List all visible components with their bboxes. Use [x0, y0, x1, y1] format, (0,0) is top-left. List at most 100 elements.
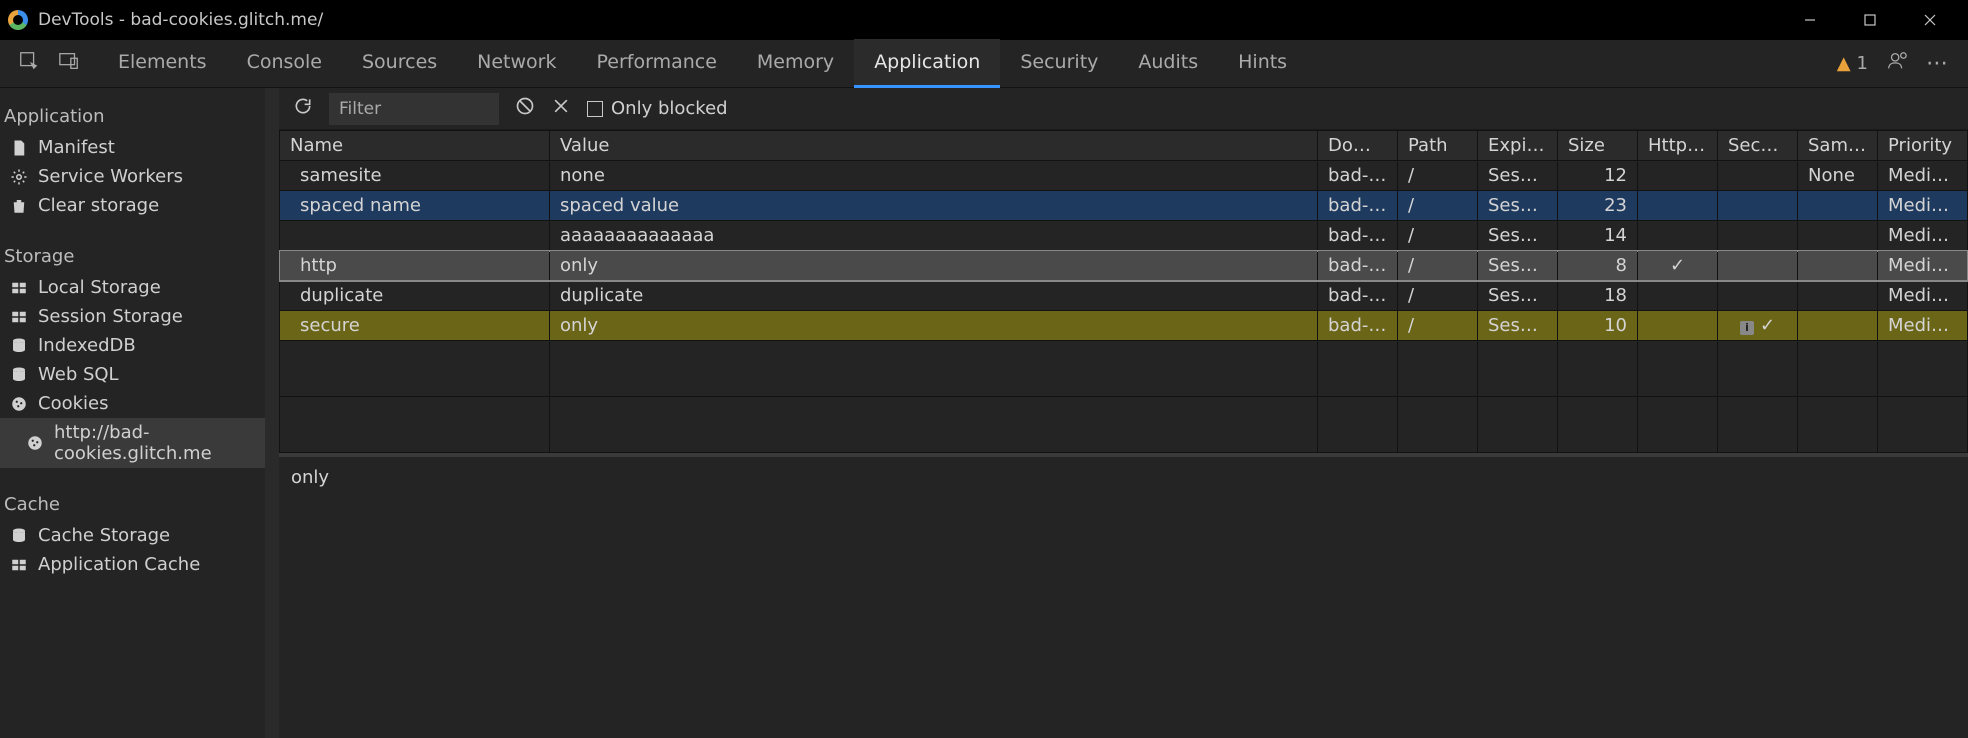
cell-path: /	[1398, 281, 1478, 311]
sidebar-item[interactable]: Clear storage	[0, 191, 265, 220]
clear-all-icon[interactable]	[515, 96, 535, 121]
cell-value: only	[550, 251, 1318, 281]
cookie-icon	[26, 434, 44, 452]
maximize-button[interactable]	[1840, 0, 1900, 40]
tab-hints[interactable]: Hints	[1218, 39, 1307, 88]
tab-performance[interactable]: Performance	[577, 39, 737, 88]
minimize-button[interactable]	[1780, 0, 1840, 40]
cell-domain: bad-co...	[1318, 281, 1398, 311]
cell-name: spaced name	[280, 191, 550, 221]
cell-value: none	[550, 161, 1318, 191]
close-icon[interactable]	[551, 96, 571, 121]
document-icon	[10, 139, 28, 157]
table-row[interactable]: secureonlybad-co.../Session10i✓Medium	[280, 311, 1968, 341]
table-row-empty	[280, 341, 1968, 397]
sidebar-item-label: IndexedDB	[38, 335, 136, 356]
sidebar-item[interactable]: Application Cache	[0, 550, 265, 579]
sidebar-item[interactable]: Web SQL	[0, 360, 265, 389]
table-row[interactable]: httponlybad-co.../Session8✓Medium	[280, 251, 1968, 281]
cell-priority: Medium	[1878, 251, 1968, 281]
sidebar-item-label: Session Storage	[38, 306, 183, 327]
tab-application[interactable]: Application	[854, 39, 1000, 88]
close-window-button[interactable]	[1900, 0, 1960, 40]
cell-samesite: None	[1798, 161, 1878, 191]
column-header[interactable]: Priority	[1878, 131, 1968, 161]
column-header[interactable]: Path	[1398, 131, 1478, 161]
table-row[interactable]: samesitenonebad-co.../Session12NoneMediu…	[280, 161, 1968, 191]
cell-secure	[1718, 251, 1798, 281]
cell-httponly	[1638, 191, 1718, 221]
sidebar-item[interactable]: Cookies	[0, 389, 265, 418]
cell-size: 18	[1558, 281, 1638, 311]
tab-console[interactable]: Console	[227, 39, 342, 88]
tab-elements[interactable]: Elements	[98, 39, 227, 88]
sidebar-item[interactable]: Cache Storage	[0, 521, 265, 550]
sidebar-item[interactable]: Service Workers	[0, 162, 265, 191]
table-row[interactable]: aaaaaaaaaaaaaabad-co.../Session14Medium	[280, 221, 1968, 251]
tab-security[interactable]: Security	[1000, 39, 1118, 88]
column-header[interactable]: Name	[280, 131, 550, 161]
gear-icon	[10, 168, 28, 186]
cell-value: duplicate	[550, 281, 1318, 311]
cell-path: /	[1398, 191, 1478, 221]
table-row[interactable]: duplicateduplicatebad-co.../Session18Med…	[280, 281, 1968, 311]
cell-domain: bad-co...	[1318, 251, 1398, 281]
cell-httponly	[1638, 281, 1718, 311]
cell-domain: bad-co...	[1318, 311, 1398, 341]
tab-audits[interactable]: Audits	[1118, 39, 1218, 88]
sidebar-item-label: Local Storage	[38, 277, 161, 298]
cell-size: 14	[1558, 221, 1638, 251]
sidebar-resize-handle[interactable]	[265, 88, 279, 738]
cell-size: 23	[1558, 191, 1638, 221]
tab-sources[interactable]: Sources	[342, 39, 457, 88]
cell-size: 8	[1558, 251, 1638, 281]
column-header[interactable]: Value	[550, 131, 1318, 161]
cell-expires: Session	[1478, 191, 1558, 221]
cell-secure	[1718, 221, 1798, 251]
only-blocked-label: Only blocked	[611, 98, 728, 119]
cell-secure	[1718, 191, 1798, 221]
more-options-icon[interactable]: ⋯	[1926, 51, 1950, 76]
tab-memory[interactable]: Memory	[737, 39, 854, 88]
cell-expires: Session	[1478, 281, 1558, 311]
column-header[interactable]: HttpO...	[1638, 131, 1718, 161]
cell-samesite	[1798, 281, 1878, 311]
cell-httponly	[1638, 221, 1718, 251]
cell-expires: Session	[1478, 221, 1558, 251]
window-controls	[1780, 0, 1960, 40]
cell-path: /	[1398, 251, 1478, 281]
inspect-element-icon[interactable]	[18, 50, 40, 77]
table-row[interactable]: spaced namespaced valuebad-co.../Session…	[280, 191, 1968, 221]
refresh-icon[interactable]	[293, 96, 313, 121]
warnings-badge[interactable]: ▲ 1	[1837, 53, 1868, 74]
cell-samesite	[1798, 221, 1878, 251]
sidebar-item[interactable]: Manifest	[0, 133, 265, 162]
tab-network[interactable]: Network	[457, 39, 576, 88]
device-toggle-icon[interactable]	[58, 50, 80, 77]
cell-secure: i✓	[1718, 311, 1798, 341]
column-header[interactable]: Expires...	[1478, 131, 1558, 161]
cell-secure	[1718, 161, 1798, 191]
sidebar-item[interactable]: Session Storage	[0, 302, 265, 331]
sidebar-item-label: Web SQL	[38, 364, 119, 385]
sidebar-item[interactable]: http://bad-cookies.glitch.me	[0, 418, 265, 468]
cell-samesite	[1798, 251, 1878, 281]
feedback-icon[interactable]	[1886, 50, 1908, 77]
sidebar-item-label: Manifest	[38, 137, 115, 158]
filter-input[interactable]	[329, 93, 499, 125]
window-title: DevTools - bad-cookies.glitch.me/	[38, 10, 1780, 30]
database-icon	[10, 527, 28, 545]
sidebar-item[interactable]: Local Storage	[0, 273, 265, 302]
table-header-row: NameValueDomainPathExpires...SizeHttpO..…	[280, 131, 1968, 161]
database-icon	[10, 337, 28, 355]
column-header[interactable]: Size	[1558, 131, 1638, 161]
sidebar-item[interactable]: IndexedDB	[0, 331, 265, 360]
cell-path: /	[1398, 161, 1478, 191]
warning-icon: ▲	[1837, 53, 1851, 74]
cookie-detail-pane: only	[279, 453, 1968, 738]
only-blocked-toggle[interactable]: Only blocked	[587, 98, 728, 119]
column-header[interactable]: Secure	[1718, 131, 1798, 161]
column-header[interactable]: Domain	[1318, 131, 1398, 161]
column-header[interactable]: SameS...	[1798, 131, 1878, 161]
cell-samesite	[1798, 311, 1878, 341]
